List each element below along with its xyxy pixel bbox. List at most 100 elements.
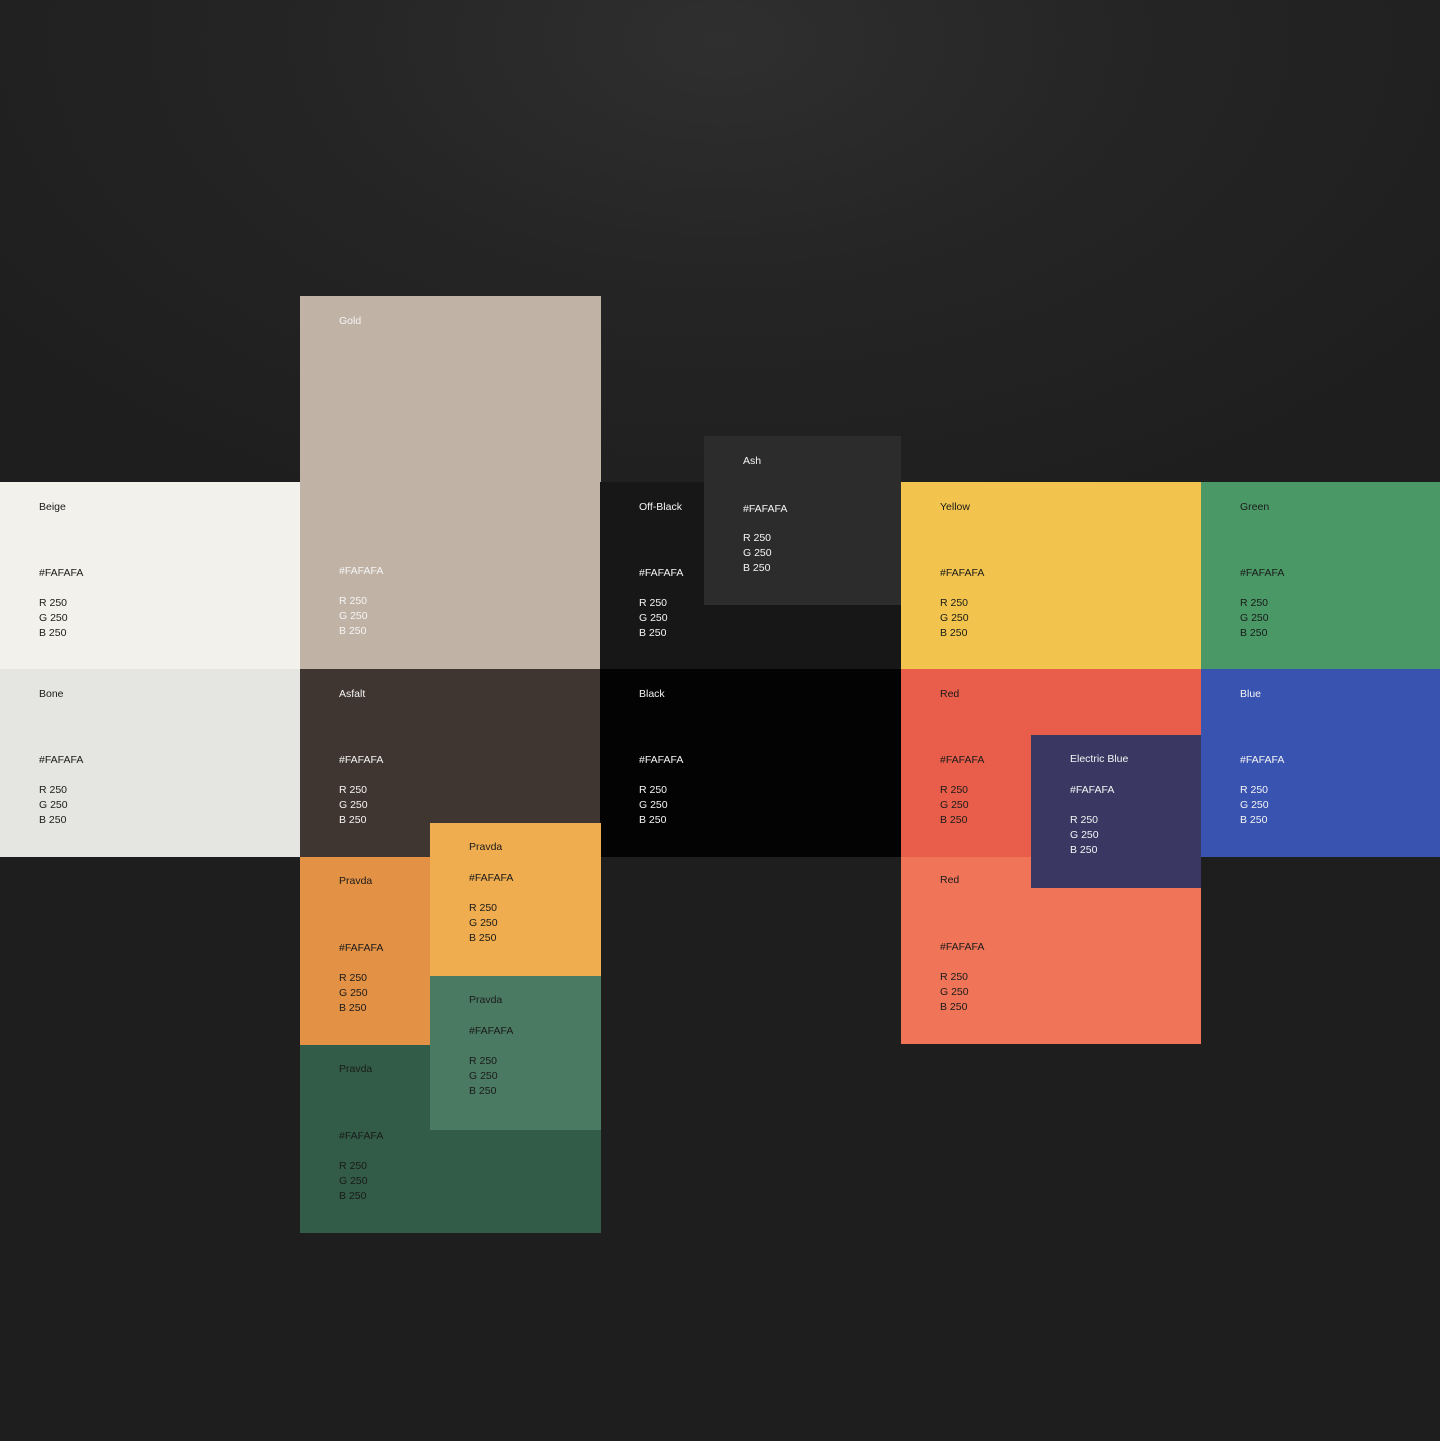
swatch-r: R 250: [743, 532, 772, 544]
swatch-g: G 250: [339, 610, 368, 622]
swatch-g: G 250: [940, 612, 969, 624]
swatch-rgb: R 250 G 250 B 250: [339, 1159, 368, 1204]
swatch-hex: #FAFAFA: [1240, 754, 1285, 766]
swatch-r: R 250: [339, 1160, 368, 1172]
swatch-pravda-orange: Pravda #FAFAFA R 250 G 250 B 250: [300, 857, 431, 1045]
swatch-black: Black #FAFAFA R 250 G 250 B 250: [600, 669, 901, 857]
swatch-hex: #FAFAFA: [940, 754, 985, 766]
swatch-g: G 250: [1240, 799, 1269, 811]
swatch-b: B 250: [1070, 844, 1098, 856]
swatch-hex: #FAFAFA: [339, 565, 384, 577]
swatch-b: B 250: [639, 814, 667, 826]
swatch-rgb: R 250 G 250 B 250: [469, 901, 498, 946]
swatch-b: B 250: [339, 1002, 367, 1014]
swatch-name: Red: [940, 688, 960, 700]
swatch-g: G 250: [39, 612, 68, 624]
swatch-name: Pravda: [339, 1063, 373, 1075]
swatch-rgb: R 250 G 250 B 250: [339, 783, 368, 828]
swatch-name: Green: [1240, 501, 1270, 513]
swatch-green: Green #FAFAFA R 250 G 250 B 250: [1201, 482, 1440, 670]
swatch-b: B 250: [1240, 814, 1268, 826]
swatch-b: B 250: [339, 625, 367, 637]
swatch-name: Pravda: [469, 841, 503, 853]
swatch-r: R 250: [339, 784, 368, 796]
swatch-g: G 250: [639, 612, 668, 624]
swatch-b: B 250: [940, 627, 968, 639]
swatch-name: Beige: [39, 501, 66, 513]
swatch-name: Off-Black: [639, 501, 682, 513]
swatch-rgb: R 250 G 250 B 250: [39, 783, 68, 828]
swatch-hex: #FAFAFA: [39, 567, 84, 579]
swatch-beige: Beige #FAFAFA R 250 G 250 B 250: [0, 482, 300, 670]
swatch-hex: #FAFAFA: [339, 754, 384, 766]
swatch-r: R 250: [39, 597, 68, 609]
swatch-b: B 250: [639, 627, 667, 639]
swatch-rgb: R 250 G 250 B 250: [940, 596, 969, 641]
swatch-b: B 250: [469, 1085, 497, 1097]
swatch-bone: Bone #FAFAFA R 250 G 250 B 250: [0, 669, 300, 857]
swatch-r: R 250: [469, 1055, 498, 1067]
swatch-name: Pravda: [469, 994, 503, 1006]
swatch-g: G 250: [639, 799, 668, 811]
swatch-pravda-mid-green: Pravda #FAFAFA R 250 G 250 B 250: [430, 976, 601, 1130]
swatch-rgb: R 250 G 250 B 250: [639, 596, 668, 641]
swatch-r: R 250: [469, 902, 498, 914]
swatch-g: G 250: [940, 986, 969, 998]
swatch-rgb: R 250 G 250 B 250: [469, 1054, 498, 1099]
swatch-rgb: R 250 G 250 B 250: [1240, 783, 1269, 828]
swatch-hex: #FAFAFA: [639, 754, 684, 766]
swatch-r: R 250: [1240, 597, 1269, 609]
swatch-r: R 250: [940, 971, 969, 983]
swatch-hex: #FAFAFA: [1070, 784, 1115, 796]
swatch-blue: Blue #FAFAFA R 250 G 250 B 250: [1201, 669, 1440, 857]
swatch-hex: #FAFAFA: [1240, 567, 1285, 579]
swatch-name: Pravda: [339, 875, 373, 887]
swatch-name: Electric Blue: [1070, 753, 1129, 765]
swatch-rgb: R 250 G 250 B 250: [339, 594, 368, 639]
swatch-b: B 250: [743, 562, 771, 574]
swatch-g: G 250: [940, 799, 969, 811]
swatch-b: B 250: [940, 1001, 968, 1013]
swatch-name: Gold: [339, 315, 362, 327]
swatch-name: Blue: [1240, 688, 1262, 700]
swatch-r: R 250: [39, 784, 68, 796]
swatch-g: G 250: [339, 987, 368, 999]
swatch-g: G 250: [39, 799, 68, 811]
swatch-b: B 250: [469, 932, 497, 944]
swatch-rgb: R 250 G 250 B 250: [1070, 813, 1099, 858]
swatch-g: G 250: [469, 917, 498, 929]
swatch-name: Bone: [39, 688, 64, 700]
swatch-ash: Ash #FAFAFA R 250 G 250 B 250: [704, 436, 901, 605]
swatch-b: B 250: [339, 1190, 367, 1202]
swatch-b: B 250: [1240, 627, 1268, 639]
swatch-electric-blue: Electric Blue #FAFAFA R 250 G 250 B 250: [1031, 735, 1201, 888]
swatch-name: Red: [940, 874, 960, 886]
swatch-rgb: R 250 G 250 B 250: [339, 971, 368, 1016]
swatch-r: R 250: [940, 784, 969, 796]
swatch-rgb: R 250 G 250 B 250: [940, 783, 969, 828]
swatch-yellow: Yellow #FAFAFA R 250 G 250 B 250: [901, 482, 1201, 670]
swatch-g: G 250: [1240, 612, 1269, 624]
swatch-r: R 250: [1070, 814, 1099, 826]
swatch-g: G 250: [743, 547, 772, 559]
swatch-hex: #FAFAFA: [339, 942, 384, 954]
swatch-hex: #FAFAFA: [743, 503, 788, 515]
swatch-hex: #FAFAFA: [940, 941, 985, 953]
swatch-hex: #FAFAFA: [469, 872, 514, 884]
swatch-rgb: R 250 G 250 B 250: [639, 783, 668, 828]
swatch-b: B 250: [940, 814, 968, 826]
swatch-rgb: R 250 G 250 B 250: [940, 970, 969, 1015]
swatch-hex: #FAFAFA: [469, 1025, 514, 1037]
swatch-name: Yellow: [940, 501, 970, 513]
swatch-g: G 250: [339, 1175, 368, 1187]
swatch-rgb: R 250 G 250 B 250: [1240, 596, 1269, 641]
color-palette-canvas: Beige #FAFAFA R 250 G 250 B 250 Gold #FA…: [0, 0, 1440, 1441]
swatch-name: Ash: [743, 455, 762, 467]
swatch-hex: #FAFAFA: [639, 567, 684, 579]
swatch-r: R 250: [339, 595, 368, 607]
swatch-gold: Gold #FAFAFA R 250 G 250 B 250: [300, 296, 601, 670]
swatch-r: R 250: [639, 784, 668, 796]
swatch-g: G 250: [339, 799, 368, 811]
swatch-r: R 250: [639, 597, 668, 609]
swatch-hex: #FAFAFA: [39, 754, 84, 766]
